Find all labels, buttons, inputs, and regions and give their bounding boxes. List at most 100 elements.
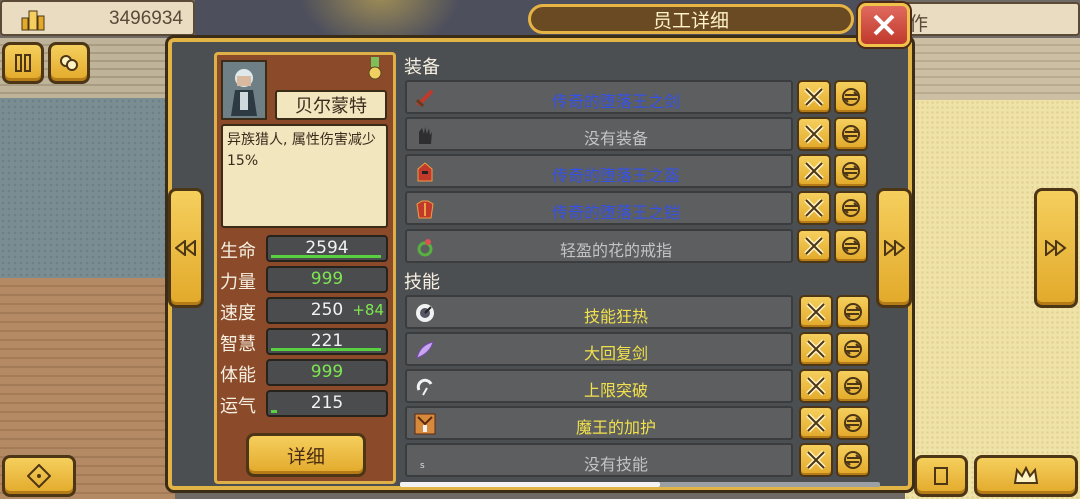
next-page-button[interactable] [1034, 188, 1078, 308]
equipment-slot[interactable]: 传奇的堕落王之铠 [405, 191, 793, 225]
cross-icon [806, 302, 826, 322]
square-icon [934, 467, 948, 485]
employee-name: 贝尔蒙特 [295, 96, 367, 117]
double-chevron-right-icon [884, 240, 905, 256]
sword-icon [413, 86, 437, 110]
employee-name-box: 贝尔蒙特 [275, 90, 387, 120]
swap-icon [842, 162, 860, 180]
money-value: 3496934 [109, 8, 183, 29]
stat-label: 运气 [220, 396, 256, 417]
pause-icon [15, 54, 31, 72]
slot-label: 大回复剑 [583, 344, 648, 363]
slot-label: 魔王的加护 [575, 418, 656, 437]
swap-button[interactable] [834, 191, 868, 225]
swap-icon [844, 303, 862, 321]
stat-value: 999 [310, 362, 344, 382]
slot-label: 传奇的堕落王之剑 [551, 92, 680, 111]
employee-description: 异族猎人, 属性伤害减少15% [227, 132, 376, 169]
unequip-button[interactable] [797, 117, 831, 151]
slot-label: 技能狂热 [583, 307, 648, 326]
break-icon [413, 375, 437, 399]
equipment-slot[interactable]: 没有装备 [405, 117, 793, 151]
equipment-slot[interactable]: 传奇的堕落王之盔 [405, 154, 793, 188]
stat-value-box: 215 [266, 390, 388, 417]
swap-button[interactable] [836, 295, 870, 329]
swap-icon [844, 377, 862, 395]
equipment-slot[interactable]: 传奇的堕落王之剑 [405, 80, 793, 114]
swap-button[interactable] [836, 332, 870, 366]
skill-slot[interactable]: 技能狂热 [405, 295, 793, 329]
swap-button[interactable] [834, 117, 868, 151]
swap-icon [842, 88, 860, 106]
stat-progress-bar [271, 255, 381, 258]
swap-button[interactable] [836, 406, 870, 440]
coins-button[interactable] [48, 42, 90, 84]
stat-value-box: 2594 [266, 235, 388, 262]
skill-slot[interactable]: 上限突破 [405, 369, 793, 403]
double-chevron-left-icon [175, 240, 196, 256]
skills-header: 技能 [404, 272, 440, 293]
swap-icon [844, 451, 862, 469]
unequip-button[interactable] [799, 443, 833, 477]
move-button[interactable] [2, 455, 76, 497]
equipment-slot[interactable]: 轻盈的花的戒指 [405, 229, 793, 263]
swap-button[interactable] [836, 369, 870, 403]
close-button[interactable] [858, 3, 910, 47]
fervor-icon [413, 301, 437, 325]
menu-button[interactable] [914, 455, 968, 497]
wall-tile-right [905, 38, 1080, 100]
hunter-avatar-icon [231, 69, 257, 116]
stat-value-box: 999 [266, 359, 388, 386]
demon-king-icon [413, 412, 437, 436]
stat-value-box: 999 [266, 266, 388, 293]
dpad-icon [27, 464, 51, 488]
swap-button[interactable] [834, 154, 868, 188]
detail-button-label: 详细 [286, 445, 325, 468]
unequip-button[interactable] [799, 406, 833, 440]
unequip-button[interactable] [797, 154, 831, 188]
stat-value-box: 221 [266, 328, 388, 355]
unequip-button[interactable] [799, 295, 833, 329]
medal-icon [368, 57, 382, 80]
feather-icon [413, 338, 437, 362]
pause-button[interactable] [2, 42, 44, 84]
crown-icon [1013, 465, 1039, 484]
swap-button[interactable] [834, 80, 868, 114]
top-right-bar[interactable]: 作 [895, 2, 1080, 36]
swap-button[interactable] [836, 443, 870, 477]
armor-icon [413, 197, 437, 221]
skill-slot[interactable]: s 没有技能 [405, 443, 793, 477]
svg-text:s: s [420, 461, 425, 471]
cross-icon [804, 161, 824, 181]
slot-label: 轻盈的花的戒指 [559, 241, 672, 260]
ring-icon [413, 235, 437, 259]
stat-label: 智慧 [220, 334, 256, 355]
scrollbar[interactable] [400, 482, 880, 487]
scrollbar-thumb[interactable] [400, 482, 660, 487]
money-display: 3496934 [0, 0, 195, 36]
cross-icon [804, 236, 824, 256]
detail-button[interactable]: 详细 [246, 433, 366, 477]
close-icon [873, 14, 895, 36]
crown-button[interactable] [974, 455, 1078, 497]
slot-label: 上限突破 [583, 381, 648, 400]
swap-button[interactable] [834, 229, 868, 263]
prev-employee-button[interactable] [168, 188, 204, 308]
stat-value-box: 250 +84 [266, 297, 388, 324]
stat-progress-bar [271, 348, 381, 351]
top-right-text: 作 [909, 13, 929, 35]
unequip-button[interactable] [797, 80, 831, 114]
skill-slot[interactable]: 魔王的加护 [405, 406, 793, 440]
unequip-button[interactable] [797, 191, 831, 225]
cross-icon [806, 413, 826, 433]
swap-icon [842, 125, 860, 143]
skill-slot[interactable]: 大回复剑 [405, 332, 793, 366]
unequip-button[interactable] [799, 369, 833, 403]
next-employee-button[interactable] [876, 188, 912, 308]
slot-label: 传奇的堕落王之铠 [551, 203, 680, 222]
stat-value: 999 [310, 269, 344, 289]
unequip-button[interactable] [799, 332, 833, 366]
empty-icon: s [413, 449, 437, 473]
helmet-icon [413, 160, 437, 184]
unequip-button[interactable] [797, 229, 831, 263]
